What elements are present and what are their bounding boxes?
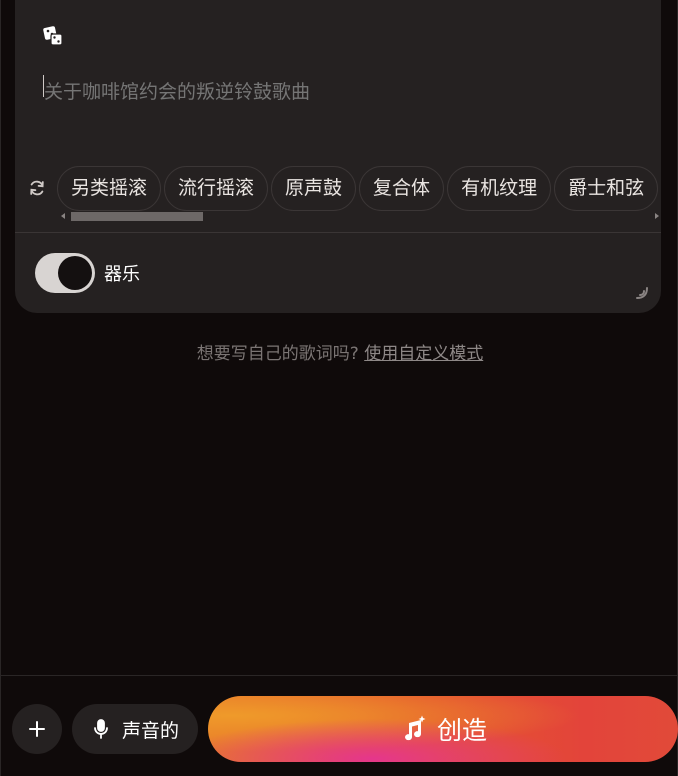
plus-icon: [29, 721, 45, 737]
microphone-icon: [94, 719, 108, 739]
style-tag-chip[interactable]: 爵士和弦: [554, 166, 659, 211]
style-tag-chip[interactable]: 另类摇滚: [57, 166, 162, 211]
scroll-right-arrow-icon[interactable]: [655, 213, 659, 219]
resize-handle-icon[interactable]: [635, 285, 649, 299]
create-button-label: 创造: [436, 716, 487, 745]
custom-mode-link[interactable]: 使用自定义模式: [364, 344, 483, 364]
instrumental-toggle[interactable]: [35, 253, 95, 293]
add-button[interactable]: [12, 704, 62, 754]
dice-icon[interactable]: [42, 25, 64, 47]
tags-scrollbar[interactable]: [61, 212, 661, 222]
bottom-divider: [1, 675, 678, 676]
card-divider: [15, 232, 661, 233]
song-description-input[interactable]: [44, 72, 644, 112]
style-tag-list: 另类摇滚 流行摇滚 原声鼓 复合体 有机纹理 爵士和弦: [57, 166, 661, 212]
prompt-card: 另类摇滚流行摇滚原声鼓复合体有机纹理爵士和弦 器乐: [15, 0, 661, 313]
style-tag-chip[interactable]: 原声鼓: [271, 166, 357, 211]
toggle-knob: [58, 256, 92, 290]
voice-button[interactable]: 声音的: [72, 704, 198, 754]
create-button[interactable]: 创造: [208, 696, 678, 762]
instrumental-label: 器乐: [104, 264, 140, 285]
app-page: 另类摇滚流行摇滚原声鼓复合体有机纹理爵士和弦 器乐 想要写自己的歌词吗? 使用自…: [0, 0, 678, 776]
custom-lyrics-hint: 想要写自己的歌词吗? 使用自定义模式: [1, 339, 678, 364]
scrollbar-thumb[interactable]: [71, 212, 203, 221]
scroll-left-arrow-icon[interactable]: [61, 213, 65, 219]
voice-button-label: 声音的: [122, 719, 180, 742]
style-tags-row: 另类摇滚 流行摇滚 原声鼓 复合体 有机纹理 爵士和弦: [15, 166, 661, 212]
style-tag-chip[interactable]: 有机纹理: [447, 166, 552, 211]
style-tag-chip[interactable]: 复合体: [359, 166, 445, 211]
refresh-icon[interactable]: [27, 178, 47, 198]
music-note-sparkle-icon: [404, 715, 426, 741]
style-tag-chip[interactable]: 流行摇滚: [164, 166, 269, 211]
lyrics-hint-text: 想要写自己的歌词吗?: [196, 344, 359, 364]
